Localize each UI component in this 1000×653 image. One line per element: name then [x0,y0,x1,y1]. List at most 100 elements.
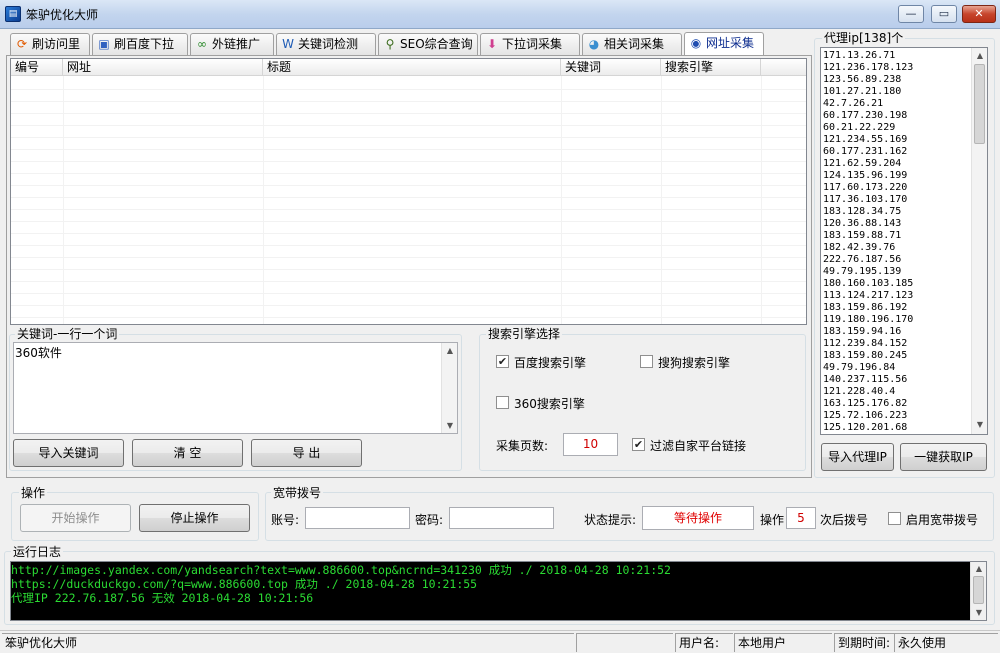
tab-label: SEO综合查询 [400,37,473,51]
proxy-list-item[interactable]: 120.36.88.143 [823,218,901,230]
keywords-group-label: 关键词-一行一个词 [15,327,120,341]
status-username-value: 本地用户 [734,633,832,652]
search-icon: ⚲ [385,37,395,51]
proxy-list-item[interactable]: 117.60.173.220 [823,182,907,194]
after-dial-label: 次后拨号 [820,513,869,527]
password-input[interactable] [449,507,554,529]
clear-button[interactable]: 清 空 [132,439,243,467]
scroll-down-icon[interactable]: ▼ [971,608,987,617]
proxy-list-item[interactable]: 60.177.231.162 [823,146,907,158]
column-header[interactable]: 搜索引擎 [661,59,761,76]
filter-checkbox[interactable]: ✔ [632,438,645,451]
scroll-thumb[interactable] [974,64,985,144]
column-header[interactable]: 编号 [11,59,63,76]
proxy-list-item[interactable]: 180.160.103.185 [823,278,913,290]
tab-7[interactable]: ◉ 网址采集 [684,32,764,56]
proxy-list-item[interactable]: 163.125.176.82 [823,398,907,410]
proxy-list-item[interactable]: 183.128.34.75 [823,206,901,218]
op-count-input[interactable]: 5 [786,507,816,529]
results-grid[interactable]: 编号 网址 标题 关键词 搜索引擎 [10,58,807,325]
export-button[interactable]: 导 出 [251,439,362,467]
proxy-list-item[interactable]: 183.159.88.71 [823,230,901,242]
url-globe-icon: ◉ [690,36,702,50]
proxy-list-item[interactable]: 125.72.106.223 [823,410,907,422]
grid-col-line [761,76,762,324]
import-proxy-button[interactable]: 导入代理IP [821,443,894,471]
start-button[interactable]: 开始操作 [20,504,131,532]
stop-button[interactable]: 停止操作 [139,504,250,532]
proxy-list-item[interactable]: 183.159.80.245 [823,350,907,362]
account-input[interactable] [305,507,410,529]
fetch-ip-button[interactable]: 一键获取IP [900,443,987,471]
engine-360-checkbox[interactable] [496,396,509,409]
keywords-scrollbar[interactable]: ▲ ▼ [441,343,457,433]
scroll-up-icon[interactable]: ▲ [442,346,458,355]
proxy-list-item[interactable]: 121.62.59.204 [823,158,901,170]
grid-row-line [11,89,806,90]
proxy-list-item[interactable]: 119.180.196.170 [823,314,913,326]
grid-row-line [11,269,806,270]
scroll-up-icon[interactable]: ▲ [971,564,987,573]
proxy-list-item[interactable]: 121.234.55.169 [823,134,907,146]
tab-2[interactable]: ∞ 外链推广 [190,33,274,55]
minimize-button[interactable]: — [898,5,924,23]
proxy-list-item[interactable]: 124.135.96.199 [823,170,907,182]
baidu-checkbox[interactable]: ✔ [496,355,509,368]
grid-row-line [11,209,806,210]
proxy-list-item[interactable]: 49.79.195.139 [823,266,901,278]
proxy-list-item[interactable]: 113.124.217.123 [823,290,913,302]
tab-5[interactable]: ⬇ 下拉词采集 [480,33,580,55]
proxy-list-item[interactable]: 182.42.39.76 [823,242,895,254]
grid-row-line [11,149,806,150]
proxy-list-item[interactable]: 42.7.26.21 [823,98,883,110]
proxy-list-item[interactable]: 183.159.94.16 [823,326,901,338]
proxy-list-item[interactable]: 117.36.103.170 [823,194,907,206]
column-header[interactable]: 标题 [263,59,561,76]
import-keywords-button[interactable]: 导入关键词 [13,439,124,467]
scroll-down-icon[interactable]: ▼ [972,420,987,429]
proxy-list-item[interactable]: 222.76.187.56 [823,254,901,266]
scroll-thumb[interactable] [973,576,984,604]
tab-0[interactable]: ⟳ 刷访问里 [10,33,90,55]
sogou-checkbox[interactable] [640,355,653,368]
grid-row-line [11,221,806,222]
proxy-scrollbar[interactable]: ▲ ▼ [971,48,987,434]
tab-label: 相关词采集 [604,37,665,51]
maximize-icon: ▭ [938,7,950,20]
proxy-list-item[interactable]: 49.79.196.84 [823,362,895,374]
grid-row-line [11,185,806,186]
proxy-list-item[interactable]: 123.56.89.238 [823,74,901,86]
enable-dial-checkbox[interactable] [888,512,901,525]
pages-input[interactable]: 10 [563,433,618,456]
globe-icon: ◕ [588,37,600,51]
close-button[interactable]: ✕ [962,5,996,23]
grid-row-line [11,257,806,258]
log-scrollbar[interactable]: ▲ ▼ [970,562,986,620]
column-header[interactable]: 网址 [63,59,263,76]
proxy-list-item[interactable]: 140.237.115.56 [823,374,907,386]
log-line: http://images.yandex.com/yandsearch?text… [11,563,671,577]
scroll-down-icon[interactable]: ▼ [442,421,458,430]
proxy-list-item[interactable]: 60.21.22.229 [823,122,895,134]
proxy-list-item[interactable]: 125.120.201.68 [823,422,907,434]
column-header[interactable]: 关键词 [561,59,661,76]
scroll-up-icon[interactable]: ▲ [972,51,987,60]
tab-label: 关键词检测 [298,37,359,51]
tab-label: 下拉词采集 [502,37,563,51]
log-line: https://duckduckgo.com/?q=www.886600.top… [11,577,478,591]
maximize-button[interactable]: ▭ [931,5,957,23]
log-output[interactable]: http://images.yandex.com/yandsearch?text… [10,561,987,621]
tab-3[interactable]: W 关键词检测 [276,33,376,55]
proxy-list-item[interactable]: 101.27.21.180 [823,86,901,98]
proxy-list-item[interactable]: 112.239.84.152 [823,338,907,350]
proxy-list[interactable]: 171.13.26.71 121.236.178.123 123.56.89.238… [820,47,988,435]
proxy-list-item[interactable]: 121.228.40.4 [823,386,895,398]
proxy-list-item[interactable]: 183.159.86.192 [823,302,907,314]
proxy-list-item[interactable]: 171.13.26.71 [823,50,895,62]
proxy-list-item[interactable]: 121.236.178.123 [823,62,913,74]
keywords-textarea[interactable]: 360软件 ▲ ▼ [13,342,458,434]
tab-1[interactable]: ▣ 刷百度下拉 [92,33,188,55]
tab-4[interactable]: ⚲ SEO综合查询 [378,33,478,55]
proxy-list-item[interactable]: 60.177.230.198 [823,110,907,122]
tab-6[interactable]: ◕ 相关词采集 [582,33,682,55]
